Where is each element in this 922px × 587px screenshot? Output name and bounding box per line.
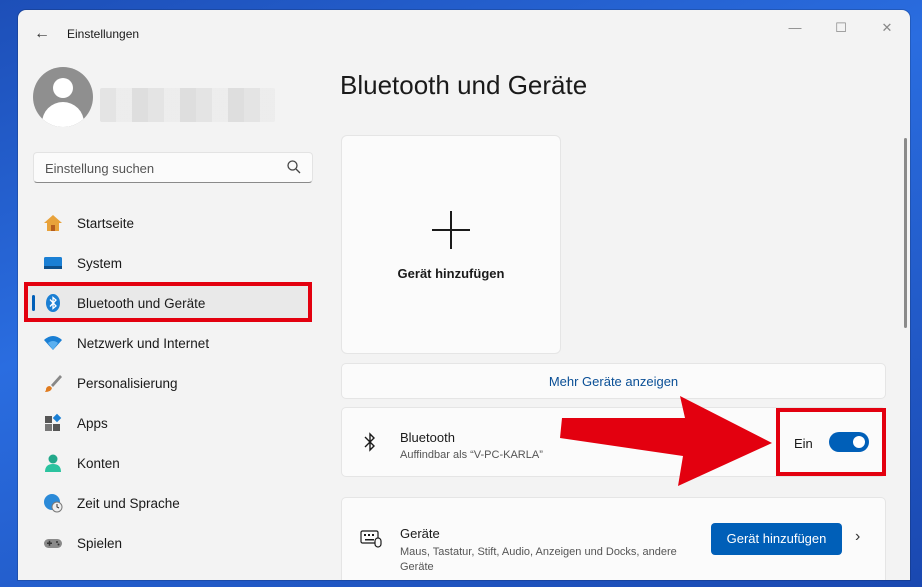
add-device-button[interactable]: Gerät hinzufügen — [711, 523, 842, 555]
sidebar-item-label: Startseite — [77, 216, 135, 231]
devices-title: Geräte — [400, 526, 440, 541]
scrollbar[interactable] — [904, 138, 907, 328]
search-placeholder: Einstellung suchen — [45, 161, 155, 176]
avatar[interactable] — [33, 67, 93, 127]
sidebar-item-label: System — [77, 256, 123, 271]
gamepad-icon — [44, 539, 62, 548]
apps-icon — [45, 413, 62, 431]
titlebar: ← Einstellungen — ☐ ✕ — [18, 10, 910, 58]
sidebar-item-label: Netzwerk und Internet — [77, 336, 210, 351]
sidebar-item-konten[interactable]: Konten — [18, 443, 328, 483]
sidebar-item-apps[interactable]: Apps — [18, 403, 328, 443]
bluetooth-subtitle: Auffindbar als “V-PC-KARLA” — [400, 449, 543, 461]
sidebar-item-netzwerk[interactable]: Netzwerk und Internet — [18, 323, 328, 363]
sidebar-item-spielen[interactable]: Spielen — [18, 523, 328, 563]
add-device-card[interactable]: Gerät hinzufügen — [341, 135, 561, 354]
devices-row[interactable]: Geräte Maus, Tastatur, Stift, Audio, Anz… — [341, 497, 886, 580]
sidebar-item-label: Spielen — [77, 536, 123, 551]
back-arrow-icon[interactable]: ← — [32, 24, 52, 44]
monitor-icon — [44, 257, 62, 269]
app-title: Einstellungen — [67, 27, 140, 41]
minimize-icon[interactable]: — — [780, 18, 810, 38]
wifi-icon — [44, 336, 62, 350]
globe-clock-icon — [44, 494, 63, 513]
sidebar-item-label: Personalisierung — [77, 376, 178, 391]
sidebar-item-system[interactable]: System — [18, 243, 328, 283]
annotation-box-toggle — [776, 408, 886, 476]
person-icon — [45, 454, 61, 472]
sidebar-item-personalisierung[interactable]: Personalisierung — [18, 363, 328, 403]
annotation-arrow-icon — [560, 396, 772, 486]
devices-subtitle: Maus, Tastatur, Stift, Audio, Anzeigen u… — [400, 546, 677, 573]
sidebar-item-label: Zeit und Sprache — [77, 496, 180, 511]
add-device-card-label: Gerät hinzufügen — [397, 266, 505, 281]
sidebar-nav: Startseite System Bluetooth und Geräte N… — [18, 203, 328, 563]
search-input[interactable]: Einstellung suchen — [33, 152, 313, 183]
search-icon[interactable] — [286, 159, 302, 175]
sidebar-item-label: Konten — [77, 456, 120, 471]
keyboard-icon — [360, 530, 382, 548]
maximize-icon[interactable]: ☐ — [826, 18, 856, 38]
bluetooth-title: Bluetooth — [400, 430, 455, 445]
brush-icon — [45, 375, 62, 392]
sidebar-item-label: Apps — [77, 416, 108, 431]
settings-window: ← Einstellungen — ☐ ✕ Einstellung suchen… — [18, 10, 910, 580]
sidebar-item-startseite[interactable]: Startseite — [18, 203, 328, 243]
annotation-box-sidebar — [24, 282, 312, 322]
username-blurred — [100, 88, 275, 122]
plus-icon — [432, 211, 470, 249]
page-title: Bluetooth und Geräte — [340, 70, 588, 100]
sidebar-item-zeit-sprache[interactable]: Zeit und Sprache — [18, 483, 328, 523]
bluetooth-icon — [364, 432, 375, 452]
home-icon — [44, 215, 62, 231]
close-icon[interactable]: ✕ — [872, 18, 902, 38]
chevron-right-icon[interactable]: › — [855, 528, 860, 546]
